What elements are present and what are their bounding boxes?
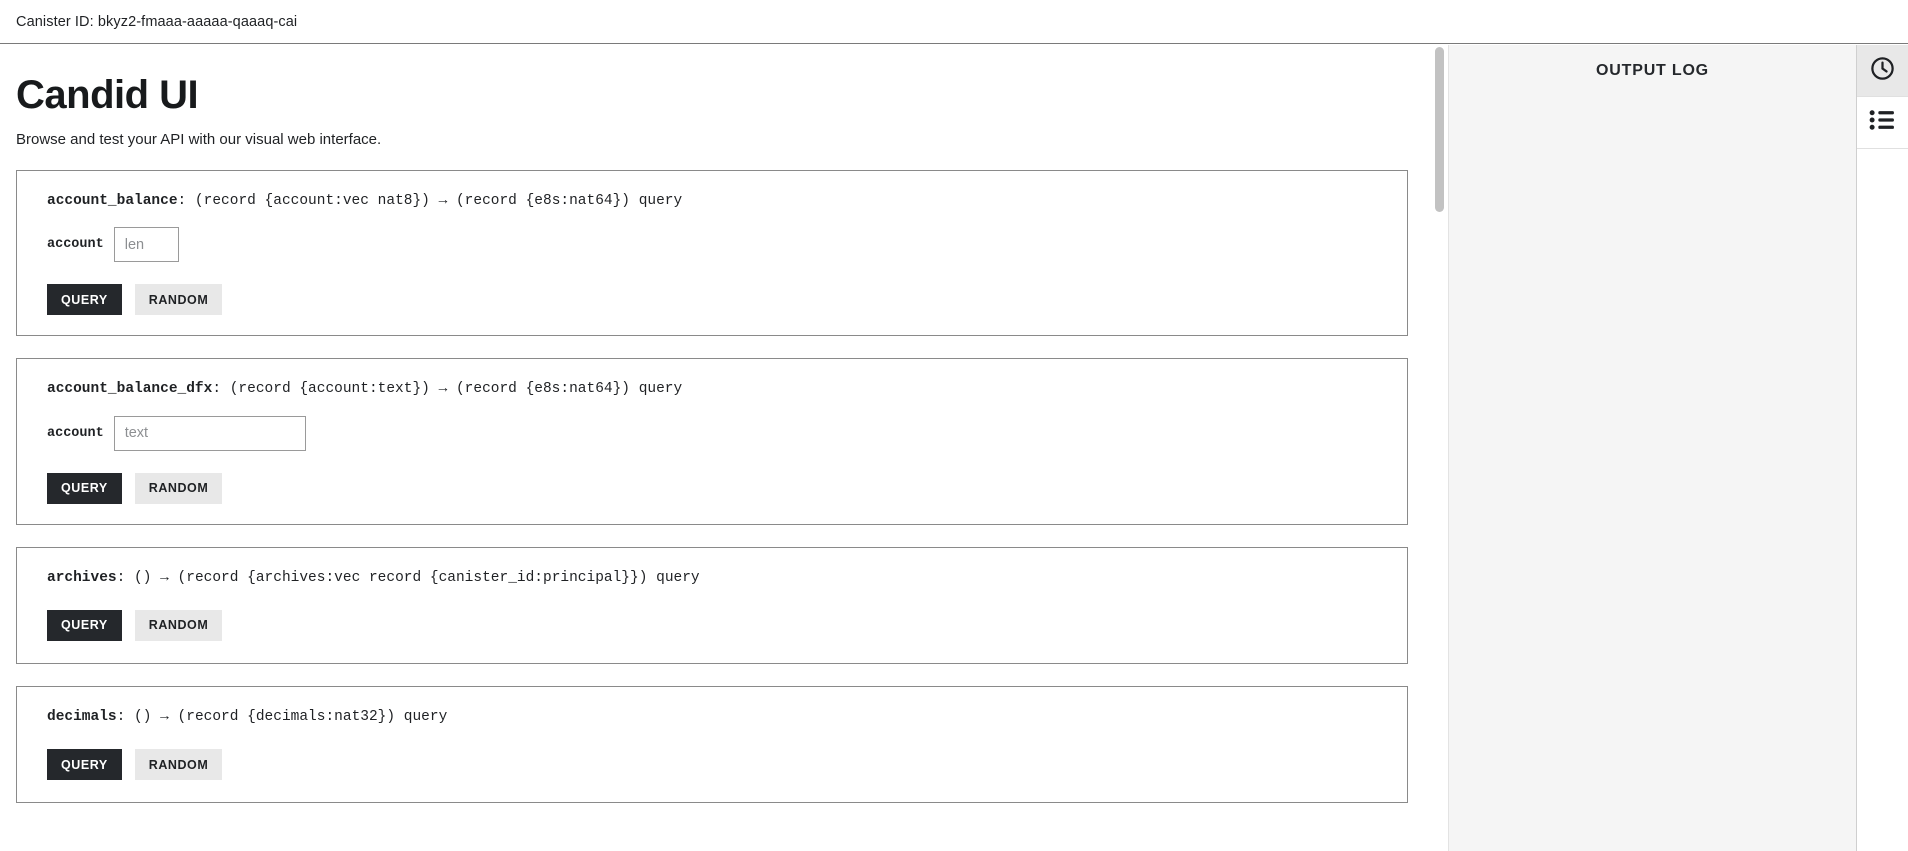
method-card: account_balance_dfx: (record {account:te… <box>16 358 1408 525</box>
method-signature-text: : () → (record {decimals:nat32}) query <box>116 708 448 725</box>
method-name: account_balance_dfx <box>47 381 213 398</box>
clock-icon <box>1869 55 1896 87</box>
candid-ui-app: Canister ID: bkyz2-fmaaa-aaaaa-qaaaq-cai… <box>0 0 1908 851</box>
method-signature: account_balance: (record {account:vec na… <box>47 191 1391 211</box>
rail-button-history[interactable] <box>1857 45 1908 97</box>
method-signature: decimals: () → (record {decimals:nat32})… <box>47 707 1391 727</box>
page-title: Candid UI <box>16 73 199 117</box>
random-button[interactable]: RANDOM <box>134 609 223 641</box>
query-button[interactable]: QUERY <box>47 472 122 504</box>
random-button[interactable]: RANDOM <box>134 284 223 316</box>
output-log-title: OUTPUT LOG <box>1596 62 1709 79</box>
button-row: QUERY RANDOM <box>47 284 1391 316</box>
output-log-pane: OUTPUT LOG <box>1448 45 1856 851</box>
method-signature: archives: () → (record {archives:vec rec… <box>47 568 1391 588</box>
method-signature-text: : () → (record {archives:vec record {can… <box>116 569 700 586</box>
method-name: archives <box>47 569 117 586</box>
icon-rail <box>1856 45 1908 851</box>
main-content: Candid UI Browse and test your API with … <box>0 73 1432 804</box>
argument-label: account <box>47 237 104 253</box>
main-scroll-region[interactable]: Candid UI Browse and test your API with … <box>0 45 1432 851</box>
button-row: QUERY RANDOM <box>47 609 1391 641</box>
query-button[interactable]: QUERY <box>47 284 122 316</box>
method-card: archives: () → (record {archives:vec rec… <box>16 546 1408 664</box>
method-name: account_balance <box>47 193 178 209</box>
button-row: QUERY RANDOM <box>47 749 1391 781</box>
method-card: decimals: () → (record {decimals:nat32})… <box>16 685 1408 804</box>
method-name: decimals <box>47 708 117 725</box>
random-button[interactable]: RANDOM <box>134 749 223 781</box>
rail-button-methods[interactable] <box>1857 97 1908 149</box>
button-row: QUERY RANDOM <box>47 472 1391 504</box>
method-list: account_balance: (record {account:vec na… <box>16 170 1412 804</box>
method-signature: account_balance_dfx: (record {account:te… <box>47 379 1391 399</box>
query-button[interactable]: QUERY <box>47 749 122 781</box>
main-scrollbar[interactable] <box>1432 45 1448 851</box>
argument-row: account <box>47 227 1391 263</box>
argument-input[interactable] <box>113 415 306 451</box>
query-button[interactable]: QUERY <box>47 609 122 641</box>
list-icon <box>1869 109 1896 136</box>
method-card: account_balance: (record {account:vec na… <box>16 170 1408 337</box>
argument-label: account <box>47 425 104 441</box>
method-signature-text: : (record {account:vec nat8}) → (record … <box>177 193 683 209</box>
argument-row: account <box>47 415 1391 451</box>
canister-id-label: Canister ID: bkyz2-fmaaa-aaaaa-qaaaq-cai <box>16 13 298 30</box>
topbar: Canister ID: bkyz2-fmaaa-aaaaa-qaaaq-cai <box>0 0 1908 44</box>
scrollbar-thumb[interactable] <box>1435 47 1444 212</box>
argument-input[interactable] <box>113 227 179 263</box>
page-subtitle: Browse and test your API with our visual… <box>16 131 382 148</box>
method-signature-text: : (record {account:text}) → (record {e8s… <box>212 381 683 398</box>
body-split: Candid UI Browse and test your API with … <box>0 45 1908 851</box>
random-button[interactable]: RANDOM <box>134 472 223 504</box>
